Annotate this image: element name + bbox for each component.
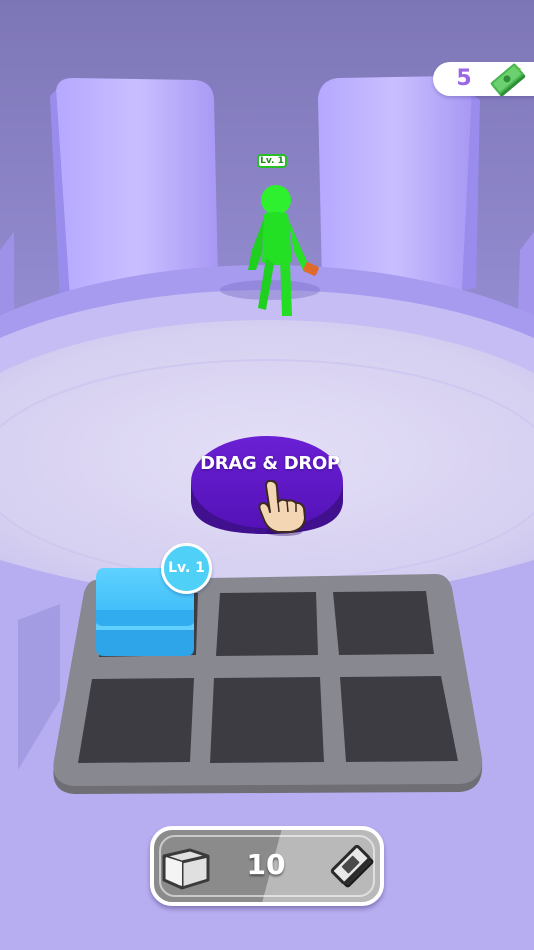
cash-stack-icon: [490, 63, 526, 97]
unit-level-badge: Lv. 1: [161, 543, 212, 594]
enemy-level-tag: Lv. 1: [257, 154, 287, 168]
board-slot[interactable]: [210, 677, 324, 763]
money-amount: 5: [456, 66, 472, 91]
pointing-hand-icon: [258, 480, 306, 536]
buy-count: 10: [246, 848, 286, 881]
board-slot[interactable]: [333, 591, 434, 655]
cash-stack-icon: [330, 844, 374, 888]
tutorial-label: DRAG & DROP: [200, 453, 340, 474]
board-slot[interactable]: [340, 676, 458, 762]
crate-icon: [162, 848, 210, 890]
game-viewport: 5 Lv. 1 DRAG & DROP Lv. 1 10: [0, 0, 534, 950]
board-slot[interactable]: [78, 678, 194, 763]
board-slot[interactable]: [216, 592, 318, 656]
